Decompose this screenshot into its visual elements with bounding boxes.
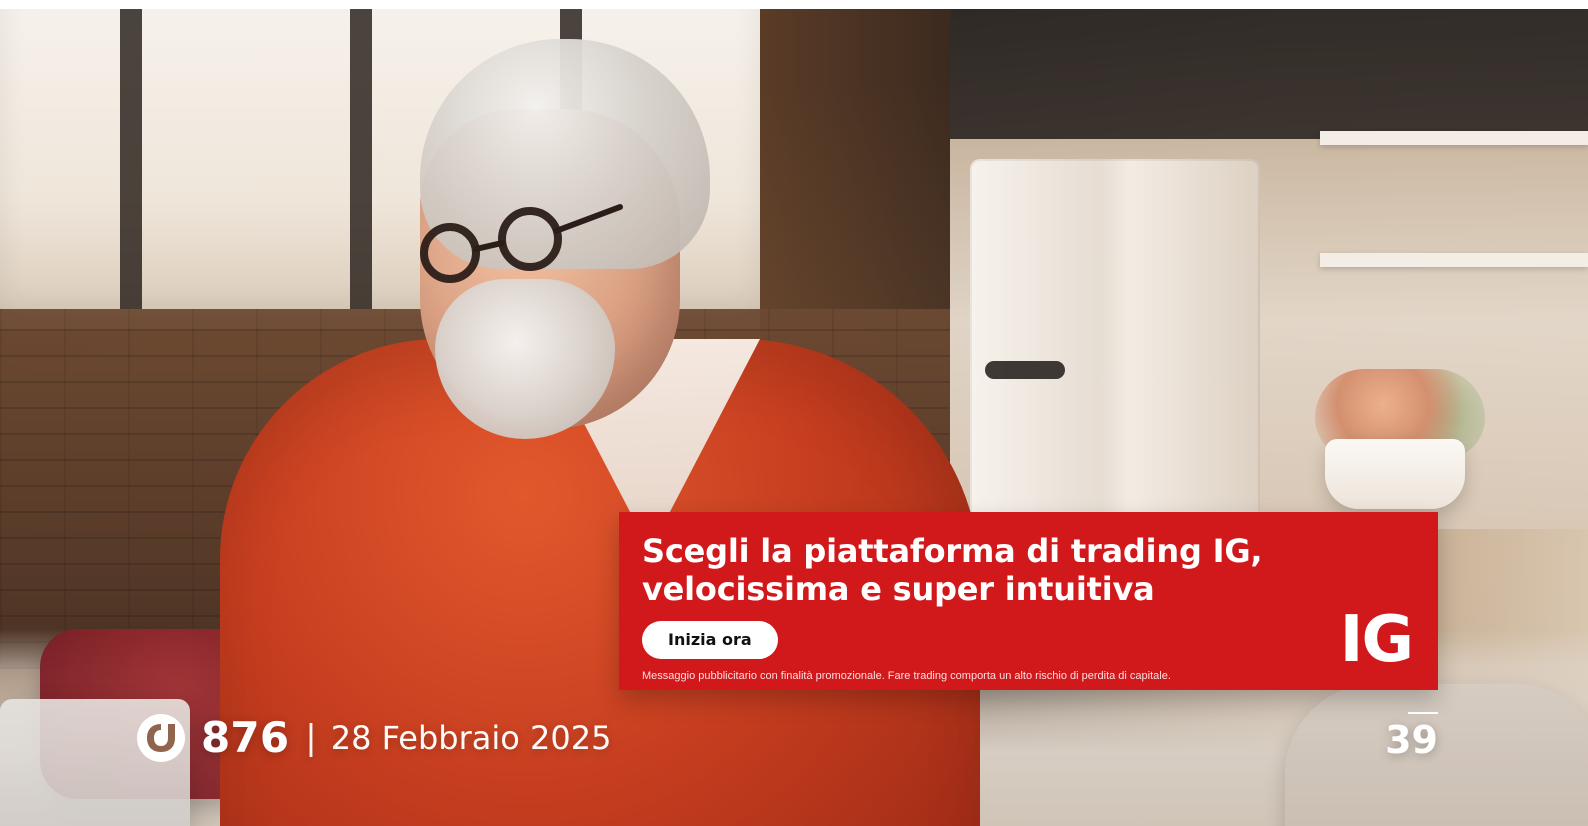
ad-disclaimer: Messaggio pubblicitario con finalità pro… xyxy=(642,670,1171,682)
publication-logo-icon xyxy=(137,714,185,762)
window-area xyxy=(0,9,760,329)
issue-meta: 876 | 28 Febbraio 2025 xyxy=(135,708,611,768)
ig-logo: IG xyxy=(1339,603,1414,677)
kitchen-shelf xyxy=(1320,253,1588,267)
bowl xyxy=(1325,439,1465,509)
inizia-ora-button[interactable]: Inizia ora xyxy=(642,621,778,659)
issue-separator: | xyxy=(305,718,317,758)
ad-headline: Scegli la piattaforma di trading IG, vel… xyxy=(642,532,1263,608)
fridge xyxy=(970,159,1260,519)
window-frame xyxy=(120,9,142,309)
magazine-page: Scegli la piattaforma di trading IG, vel… xyxy=(0,0,1588,826)
ig-ad-banner: Scegli la piattaforma di trading IG, vel… xyxy=(619,512,1438,690)
window-frame xyxy=(560,9,582,309)
page-number-rule xyxy=(1408,712,1438,714)
issue-date: 28 Febbraio 2025 xyxy=(330,719,612,757)
window-frame xyxy=(350,9,372,309)
kitchen-shelf xyxy=(1320,131,1588,145)
issue-number: 876 xyxy=(201,713,290,762)
hero-photo xyxy=(0,9,1588,826)
page-number: 39 xyxy=(1385,718,1438,762)
fridge-handle xyxy=(985,361,1065,379)
